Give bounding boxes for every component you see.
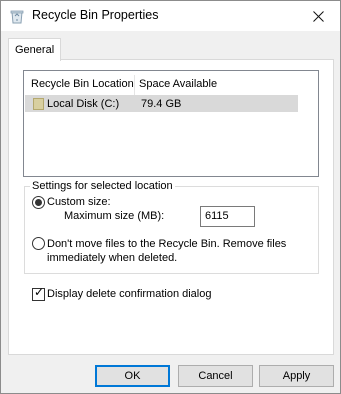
location-name: Local Disk (C:) — [47, 98, 120, 110]
confirm-delete-checkbox[interactable]: ✓ — [32, 285, 45, 301]
apply-button[interactable]: Apply — [259, 365, 334, 387]
column-header-location[interactable]: Recycle Bin Location — [31, 78, 134, 90]
space-available: 79.4 GB — [141, 98, 182, 110]
title-bar: Recycle Bin Properties — [1, 1, 340, 31]
ok-button[interactable]: OK — [95, 365, 170, 387]
tab-general[interactable]: General — [8, 38, 61, 61]
recycle-bin-properties-window: Recycle Bin Properties General Recycle B… — [0, 0, 341, 394]
list-item[interactable]: Local Disk (C:) 79.4 GB — [25, 95, 298, 112]
settings-group-label: Settings for selected location — [30, 180, 175, 192]
confirm-delete-label[interactable]: Display delete confirmation dialog — [47, 288, 211, 300]
column-header-space[interactable]: Space Available — [139, 78, 217, 90]
location-list[interactable]: Recycle Bin Location Space Available Loc… — [23, 70, 319, 177]
max-size-label: Maximum size (MB): — [64, 210, 165, 222]
close-icon — [312, 10, 324, 22]
checkmark-icon: ✓ — [34, 285, 45, 299]
max-size-input[interactable]: 6115 — [200, 206, 255, 227]
no-move-label[interactable]: Don't move files to the Recycle Bin. Rem… — [47, 237, 317, 265]
close-button[interactable] — [296, 1, 340, 31]
custom-size-radio[interactable] — [32, 196, 45, 209]
cancel-button[interactable]: Cancel — [178, 365, 253, 387]
window-title: Recycle Bin Properties — [32, 8, 159, 22]
custom-size-label[interactable]: Custom size: — [47, 196, 111, 208]
recycle-bin-icon — [10, 9, 24, 24]
column-separator[interactable] — [134, 75, 135, 95]
no-move-radio[interactable] — [32, 237, 45, 250]
drive-icon — [33, 98, 44, 110]
